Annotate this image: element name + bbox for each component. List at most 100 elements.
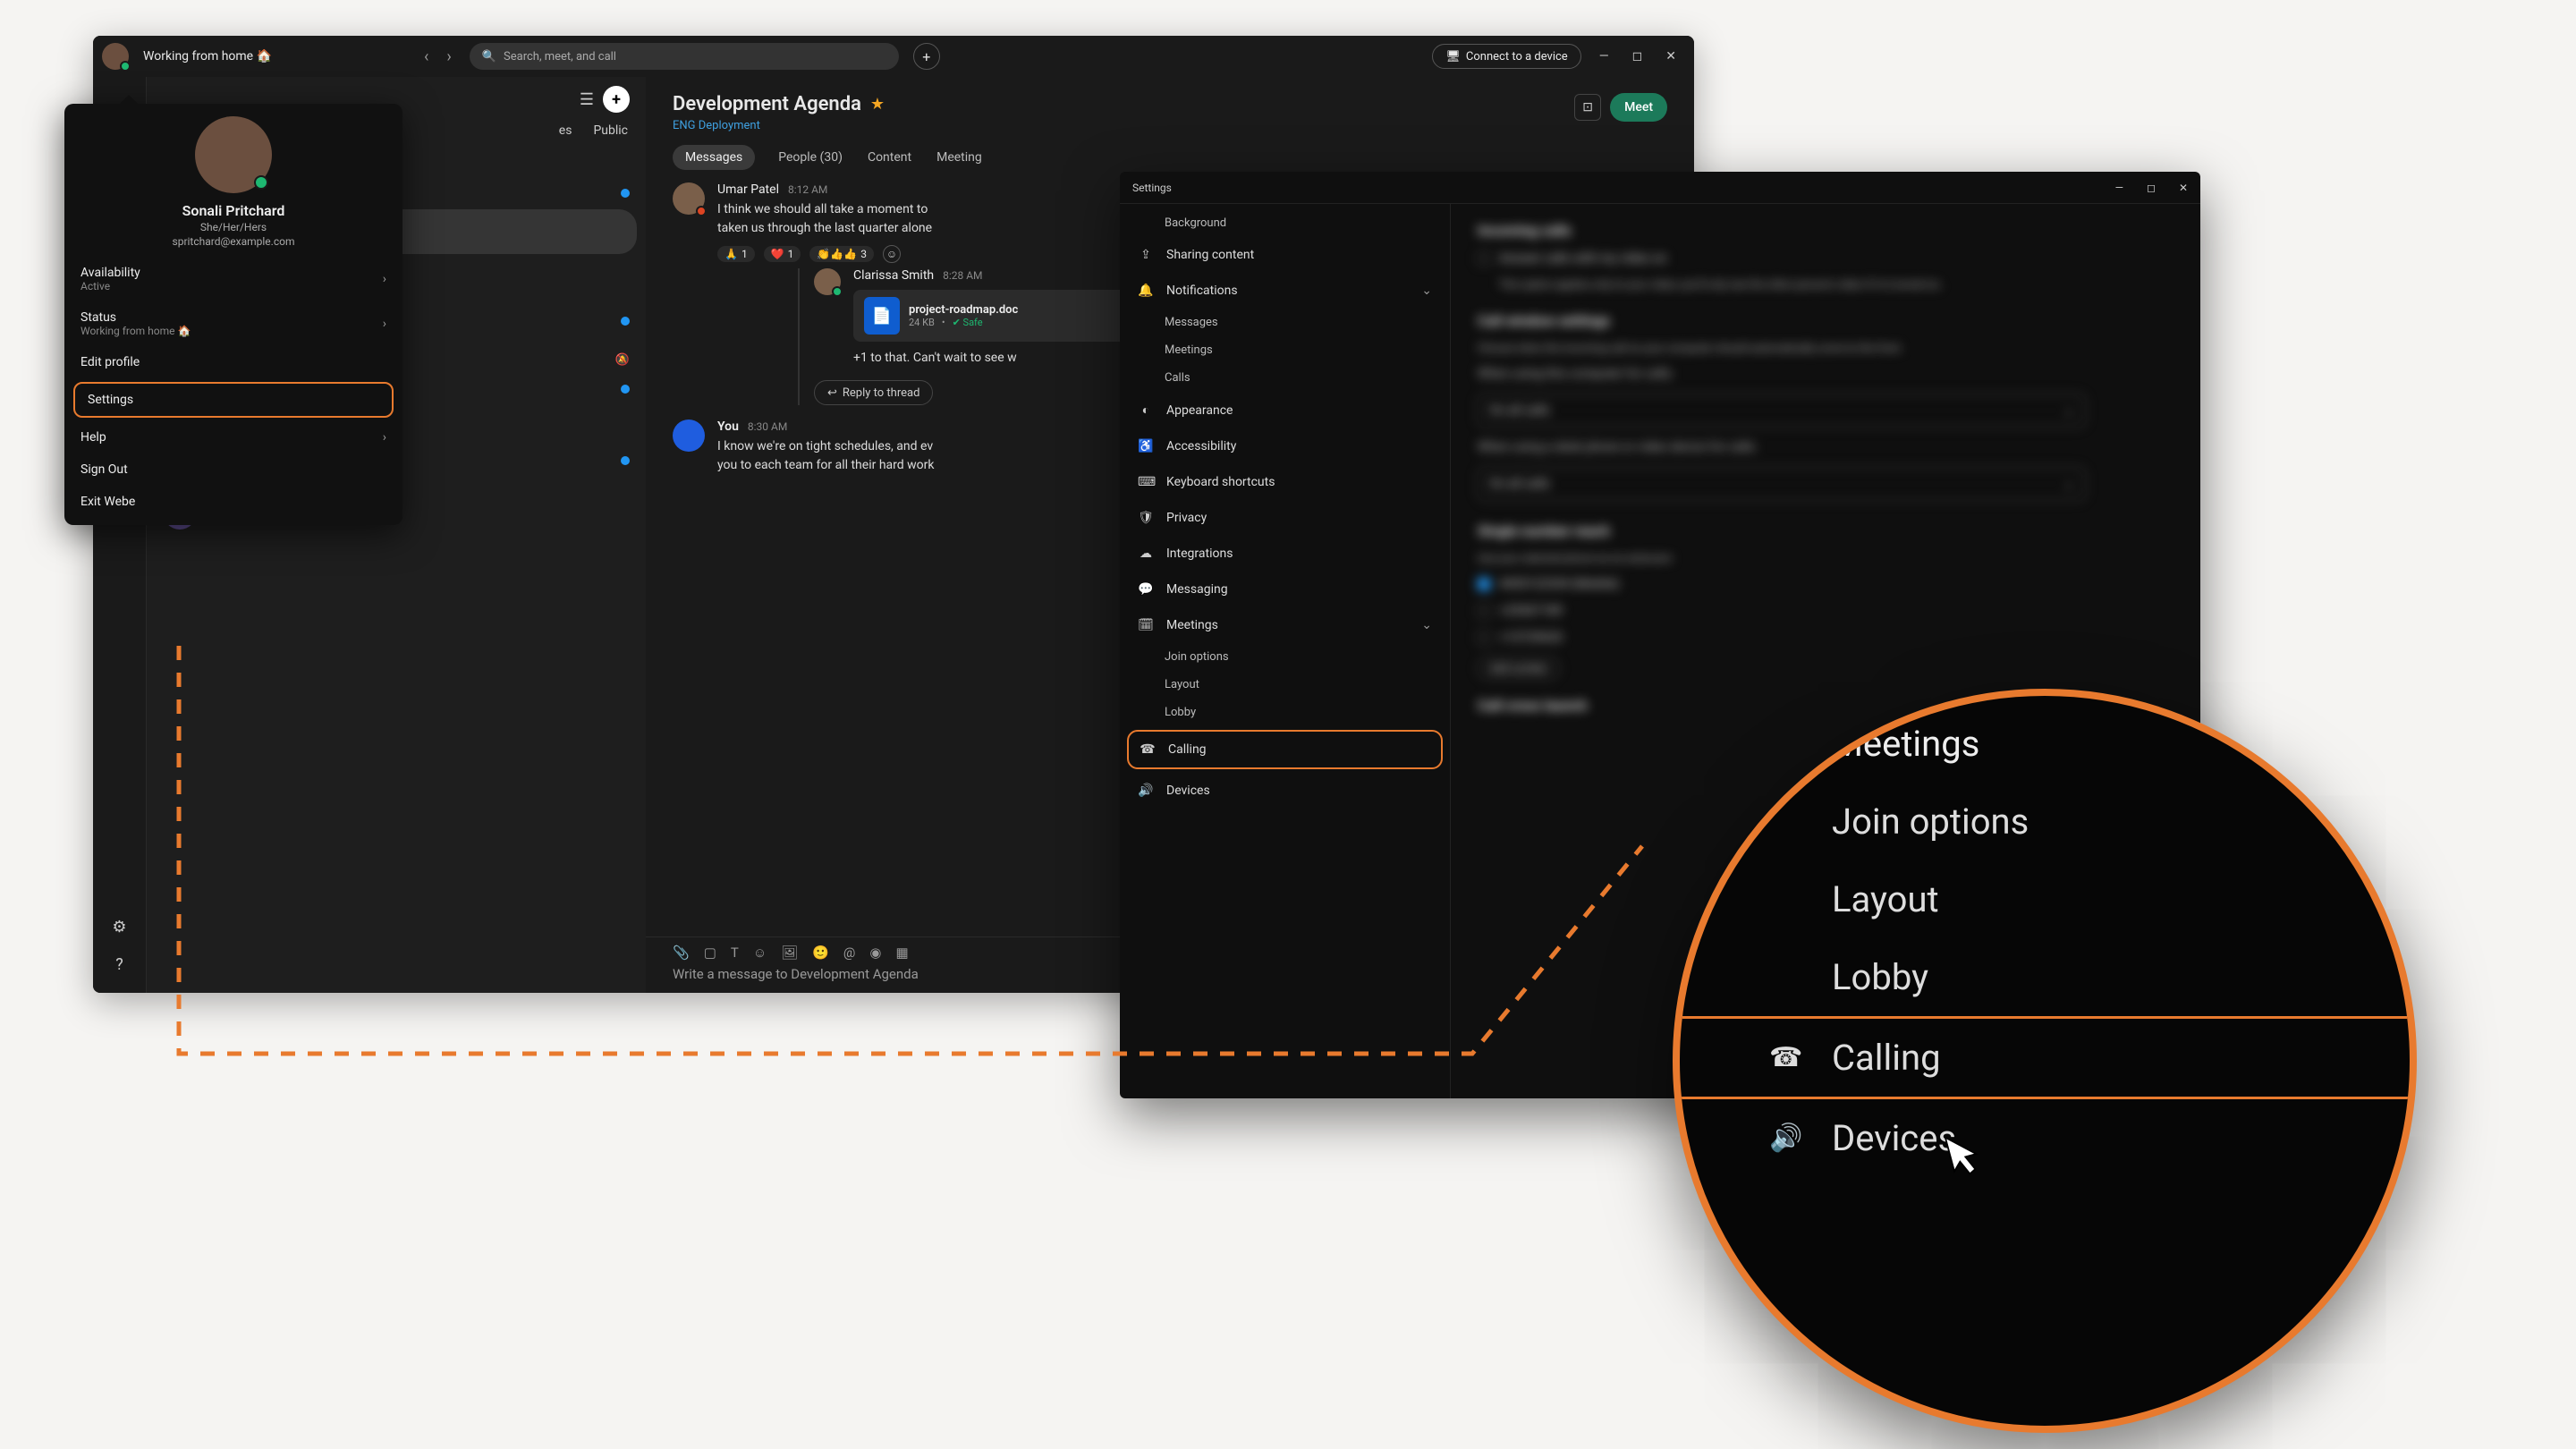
bell-icon: 🔔 — [1138, 284, 1154, 298]
attach-icon[interactable]: 📎 — [673, 945, 690, 961]
settings-nav-messaging[interactable]: 💬Messaging — [1127, 572, 1443, 607]
zoom-item-join-options[interactable]: Join options — [1733, 783, 2392, 860]
tab-messages[interactable]: Messages — [673, 145, 755, 170]
bitmoji-icon[interactable]: 🙂 — [812, 945, 829, 961]
section-heading: Single number reach — [1478, 522, 2174, 539]
search-input[interactable]: 🔍 Search, meet, and call — [470, 43, 899, 70]
settings-nav-appearance[interactable]: ◐Appearance — [1127, 392, 1443, 428]
status-text: Working from home 🏠 — [143, 49, 272, 64]
back-icon[interactable]: ‹ — [424, 47, 428, 66]
forward-icon[interactable]: › — [446, 47, 451, 66]
more-icon[interactable]: ▦ — [895, 945, 908, 961]
settings-nav-keyboard[interactable]: ⌨Keyboard shortcuts — [1127, 464, 1443, 500]
settings-nav-notif-meetings[interactable]: Meetings — [1127, 336, 1443, 364]
connect-device-button[interactable]: 🖥 Connect to a device — [1432, 44, 1580, 69]
dropdown[interactable]: On all calls⌄ — [1478, 467, 2086, 501]
reaction[interactable]: 👏👍👍3 — [809, 246, 874, 262]
favorite-star-icon[interactable]: ★ — [870, 95, 885, 114]
self-avatar[interactable] — [673, 419, 705, 452]
nav-label: Privacy — [1166, 511, 1207, 525]
profile-menu-edit[interactable]: Edit profile — [64, 346, 402, 378]
settings-nav-calling[interactable]: ☎Calling — [1127, 730, 1443, 769]
close-icon[interactable]: ✕ — [2179, 182, 2188, 194]
settings-nav-lobby[interactable]: Lobby — [1127, 699, 1443, 726]
settings-nav-accessibility[interactable]: ♿Accessibility — [1127, 428, 1443, 464]
tab-content[interactable]: Content — [866, 145, 913, 170]
new-action-button[interactable]: + — [913, 43, 940, 70]
new-space-button[interactable]: + — [603, 86, 630, 113]
space-subtitle[interactable]: ENG Deployment — [673, 119, 885, 132]
chevron-down-icon: ⌄ — [2063, 477, 2074, 491]
settings-nav-privacy[interactable]: 🛡Privacy — [1127, 500, 1443, 536]
reaction[interactable]: ❤️1 — [764, 246, 801, 262]
maximize-icon[interactable]: ◻ — [1632, 49, 1643, 64]
filter-icon[interactable]: ☰ — [580, 90, 594, 109]
zoom-item-layout[interactable]: Layout — [1733, 860, 2392, 938]
add-number-button[interactable]: Add number — [1478, 657, 1559, 679]
zoom-item-calling[interactable]: ☎Calling — [1673, 1016, 2417, 1099]
tab-people[interactable]: People (30) — [776, 145, 844, 170]
screenshot-icon[interactable]: ▢ — [704, 945, 716, 961]
maximize-icon[interactable]: ◻ — [2147, 182, 2156, 194]
record-icon[interactable]: ◉ — [869, 945, 881, 961]
settings-nav-notifications[interactable]: 🔔Notifications⌄ — [1127, 273, 1443, 309]
reaction[interactable]: 🙏1 — [717, 246, 755, 262]
tab-public[interactable]: Public — [593, 123, 628, 138]
tab-spaces[interactable]: es — [559, 123, 572, 138]
mention-icon[interactable]: @ — [843, 945, 855, 961]
add-reaction-button[interactable]: ☺ — [883, 245, 901, 263]
reaction-emoji: ❤️ — [771, 248, 784, 260]
apps-button[interactable]: ⊡ — [1574, 94, 1601, 121]
zoom-callout: Meetings Join options Layout Lobby ☎Call… — [1673, 689, 2417, 1433]
checkbox-label[interactable]: +13729633 — [1499, 631, 1563, 645]
connect-device-label: Connect to a device — [1466, 50, 1568, 64]
minimize-icon[interactable]: — — [2115, 182, 2123, 194]
meet-button[interactable]: Meet — [1610, 93, 1667, 122]
profile-menu-exit[interactable]: Exit Webe — [64, 486, 402, 518]
settings-nav-join-options[interactable]: Join options — [1127, 643, 1443, 671]
zoom-heading: Meetings — [1733, 705, 2392, 783]
profile-avatar[interactable] — [195, 116, 272, 193]
settings-nav-background[interactable]: Background — [1127, 209, 1443, 237]
avatar[interactable] — [102, 43, 129, 70]
unread-dot-icon — [621, 456, 630, 465]
settings-titlebar: Settings — ◻ ✕ — [1120, 172, 2200, 204]
profile-menu-help[interactable]: Help› — [64, 421, 402, 453]
zoom-item-devices[interactable]: 🔊Devices — [1733, 1099, 2392, 1177]
profile-menu-settings[interactable]: Settings — [73, 382, 394, 418]
device-icon: 🖥 — [1445, 50, 1461, 64]
settings-nav-sharing[interactable]: ⇪Sharing content — [1127, 237, 1443, 273]
person-avatar[interactable] — [814, 268, 841, 295]
profile-menu-status[interactable]: StatusWorking from home 🏠 › — [64, 301, 402, 346]
emoji-icon[interactable]: ☺ — [753, 945, 767, 961]
dropdown[interactable]: On all calls⌄ — [1478, 394, 2086, 428]
settings-nav-devices[interactable]: 🔊Devices — [1127, 773, 1443, 809]
nav-label: Notifications — [1166, 284, 1238, 298]
settings-nav-integrations[interactable]: ☁Integrations — [1127, 536, 1443, 572]
titlebar: Working from home 🏠 ‹ › 🔍 Search, meet, … — [93, 36, 1694, 77]
settings-gear-icon[interactable]: ⚙ — [104, 911, 136, 943]
settings-nav-meetings[interactable]: 🗓Meetings⌄ — [1127, 607, 1443, 643]
nav-label: Calling — [1168, 742, 1207, 757]
minimize-icon[interactable]: — — [1599, 49, 1609, 64]
reply-thread-button[interactable]: ↩ Reply to thread — [814, 380, 933, 405]
close-icon[interactable]: ✕ — [1665, 49, 1676, 64]
settings-nav-notif-messages[interactable]: Messages — [1127, 309, 1443, 336]
help-icon[interactable]: ? — [104, 948, 136, 980]
tab-meetings[interactable]: Meeting — [935, 145, 984, 170]
checkbox-label[interactable]: 4453122334 (Mobile) — [1499, 577, 1619, 591]
profile-menu-signout[interactable]: Sign Out — [64, 453, 402, 486]
settings-nav-notif-calls[interactable]: Calls — [1127, 364, 1443, 392]
muted-icon: 🔕 — [615, 353, 630, 367]
checkbox-label[interactable]: Answer calls with my video on — [1499, 251, 1666, 266]
gif-icon[interactable]: 🖼 — [781, 945, 798, 961]
settings-nav-layout[interactable]: Layout — [1127, 671, 1443, 699]
reaction-count: 3 — [860, 248, 867, 260]
reaction-emoji: 🙏 — [724, 248, 738, 260]
person-avatar[interactable] — [673, 182, 705, 215]
zoom-item-lobby[interactable]: Lobby — [1733, 938, 2392, 1016]
phone-icon: ☎ — [1769, 1042, 1805, 1073]
checkbox-label[interactable]: +25367189 — [1499, 604, 1563, 618]
format-icon[interactable]: T — [731, 945, 739, 961]
profile-menu-availability[interactable]: AvailabilityActive › — [64, 257, 402, 301]
